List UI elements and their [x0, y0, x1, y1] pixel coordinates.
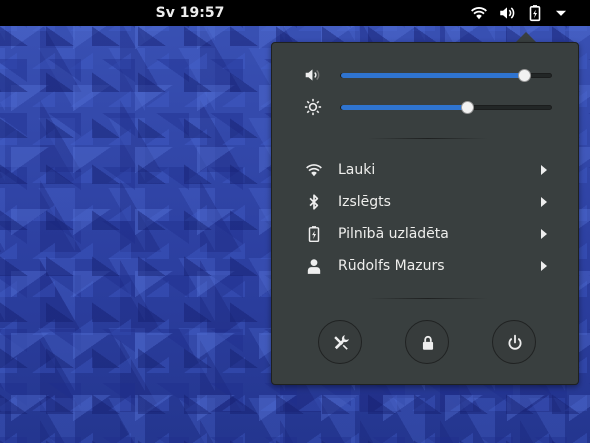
menu-item-battery[interactable]: Pilnībā uzlādēta	[272, 220, 578, 248]
chevron-right-icon	[540, 165, 548, 175]
dropdown-arrow-icon[interactable]	[552, 4, 570, 22]
menu-item-label: Lauki	[338, 162, 376, 178]
volume-low-icon	[304, 66, 322, 84]
menu-item-wifi[interactable]: Lauki	[272, 156, 578, 184]
lock-button[interactable]	[405, 320, 449, 364]
wifi-icon	[305, 161, 323, 179]
power-button[interactable]	[492, 320, 536, 364]
settings-button[interactable]	[318, 320, 362, 364]
settings-icon	[334, 335, 349, 350]
brightness-slider-fill	[341, 105, 467, 110]
chevron-right-icon	[540, 229, 548, 239]
clock[interactable]: Sv 19:57	[0, 0, 380, 26]
brightness-icon	[304, 98, 322, 116]
desktop: { "topbar": { "clock": "Sv 19:57", "tray…	[0, 0, 590, 443]
bluetooth-icon	[305, 193, 323, 211]
chevron-right-icon	[540, 261, 548, 271]
brightness-slider[interactable]	[340, 101, 552, 114]
chevron-right-icon	[540, 197, 548, 207]
user-icon	[305, 257, 323, 275]
volume-slider-handle[interactable]	[517, 69, 531, 82]
top-bar: Sv 19:57	[0, 0, 590, 26]
battery-icon[interactable]	[526, 4, 544, 22]
system-menu: Lauki Izslēgts Pilnībā uzlādēta Rūdolfs …	[271, 42, 579, 385]
brightness-slider-handle[interactable]	[461, 101, 474, 114]
brightness-slider-row	[272, 97, 578, 117]
power-icon	[508, 334, 522, 350]
separator	[368, 298, 488, 299]
system-tray[interactable]	[462, 0, 590, 26]
volume-slider[interactable]	[340, 69, 552, 82]
lock-icon	[422, 335, 434, 350]
volume-slider-fill	[341, 73, 524, 78]
menu-item-bluetooth[interactable]: Izslēgts	[272, 188, 578, 216]
menu-item-label: Rūdolfs Mazurs	[338, 258, 445, 274]
wifi-icon[interactable]	[470, 4, 488, 22]
menu-item-label: Izslēgts	[338, 194, 391, 210]
volume-slider-row	[272, 65, 578, 85]
menu-item-user[interactable]: Rūdolfs Mazurs	[272, 252, 578, 280]
menu-item-label: Pilnībā uzlādēta	[338, 226, 449, 242]
separator	[368, 138, 488, 139]
volume-icon[interactable]	[498, 4, 516, 22]
battery-icon	[305, 225, 323, 243]
